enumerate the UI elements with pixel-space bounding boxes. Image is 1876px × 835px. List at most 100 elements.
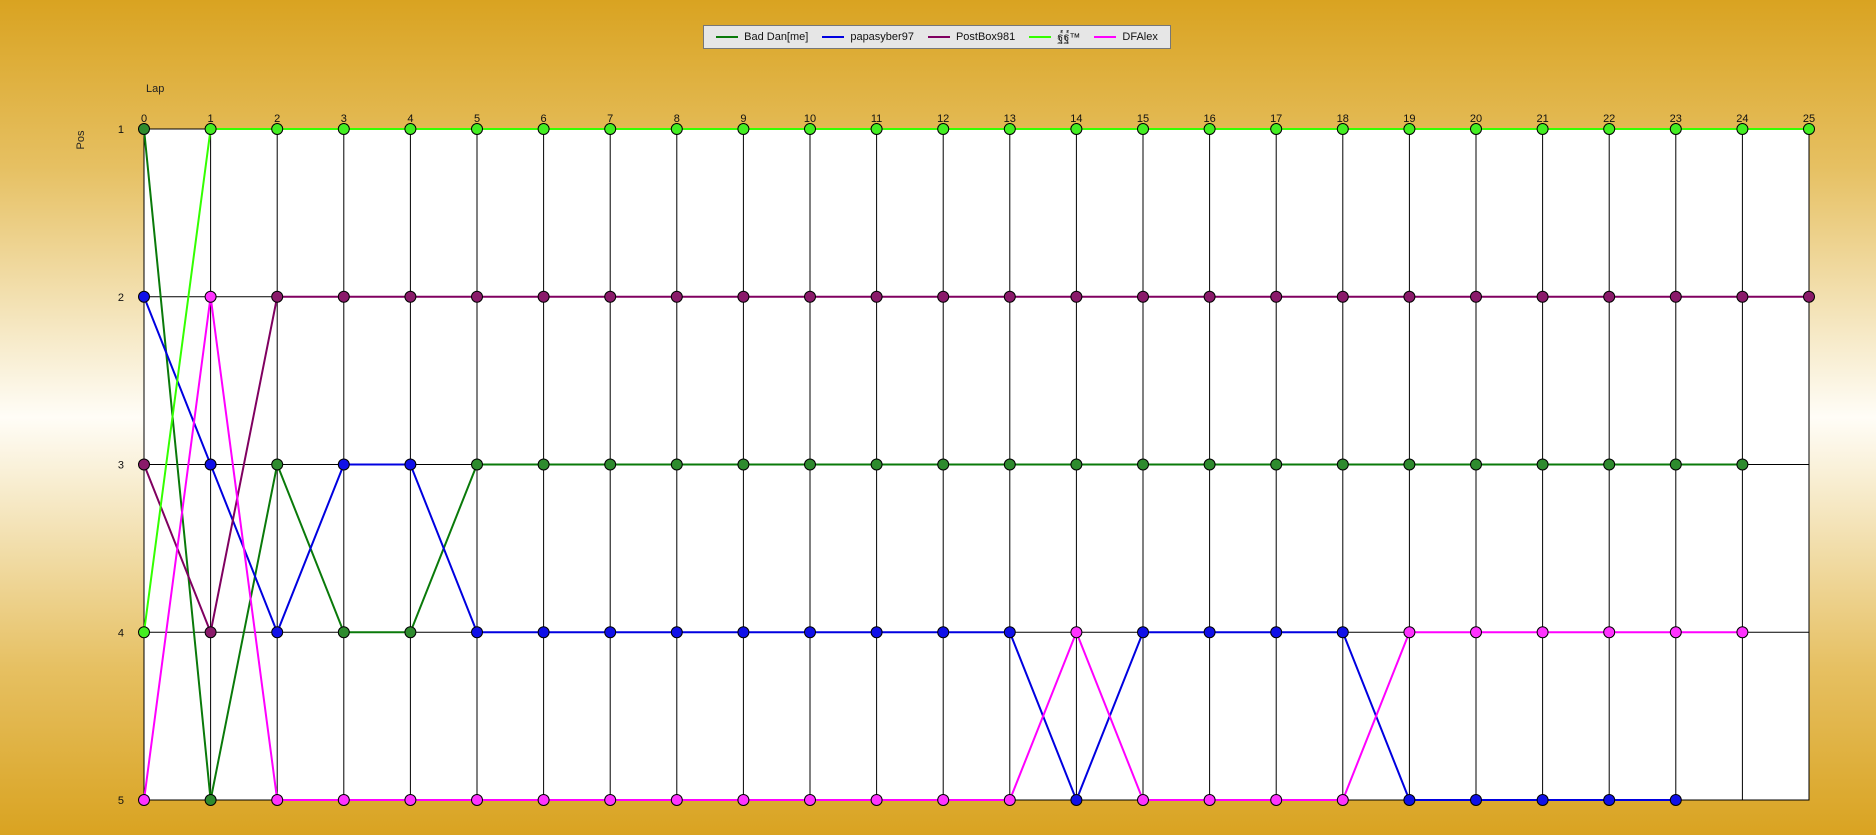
data-point: [537, 290, 550, 303]
data-point: [1403, 626, 1416, 639]
data-point: [271, 123, 284, 135]
data-point: [471, 123, 483, 135]
x-tick-label: 9: [740, 113, 746, 125]
data-point: [804, 458, 816, 471]
data-point: [1336, 290, 1349, 303]
x-tick-label: 24: [1736, 113, 1748, 125]
x-tick-label: 14: [1070, 113, 1082, 125]
data-point: [670, 290, 683, 303]
data-point: [1403, 123, 1416, 135]
data-point: [1736, 123, 1749, 135]
x-tick-label: 22: [1603, 113, 1615, 125]
data-point: [537, 626, 550, 639]
data-point: [1603, 794, 1616, 806]
data-point: [1270, 123, 1283, 135]
data-point: [670, 626, 683, 639]
y-tick-label: 3: [118, 460, 124, 472]
x-tick-label: 15: [1137, 113, 1149, 125]
data-point: [1203, 458, 1216, 471]
data-point: [204, 794, 217, 806]
data-point: [870, 794, 883, 806]
data-point: [1603, 290, 1616, 303]
data-point: [1803, 290, 1815, 303]
x-tick-label: 19: [1403, 113, 1415, 125]
data-point: [604, 794, 617, 806]
data-point: [138, 290, 150, 303]
data-point: [1669, 626, 1682, 639]
data-point: [1203, 290, 1216, 303]
data-point: [1137, 458, 1149, 471]
data-point: [1137, 290, 1149, 303]
data-point: [337, 290, 350, 303]
data-point: [737, 123, 750, 135]
data-point: [471, 458, 483, 471]
data-point: [1536, 123, 1549, 135]
x-tick-label: 17: [1270, 113, 1282, 125]
data-point: [1137, 626, 1149, 639]
data-point: [404, 794, 417, 806]
data-point: [1003, 794, 1016, 806]
data-point: [937, 123, 950, 135]
data-point: [937, 458, 950, 471]
x-tick-label: 11: [871, 113, 882, 125]
data-point: [271, 290, 284, 303]
x-tick-label: 18: [1337, 113, 1349, 125]
data-point: [1470, 626, 1482, 639]
data-point: [337, 626, 350, 639]
data-point: [1536, 626, 1549, 639]
data-point: [1070, 290, 1083, 303]
data-point: [271, 458, 284, 471]
y-tick-label: 2: [118, 292, 124, 304]
data-point: [1470, 458, 1482, 471]
data-point: [804, 794, 816, 806]
data-point: [870, 626, 883, 639]
x-tick-label: 0: [141, 113, 147, 125]
data-point: [1403, 290, 1416, 303]
data-point: [870, 458, 883, 471]
data-point: [204, 290, 217, 303]
y-tick-label: 4: [118, 627, 124, 639]
data-point: [670, 458, 683, 471]
data-point: [937, 290, 950, 303]
data-point: [604, 458, 617, 471]
x-tick-label: 3: [341, 113, 347, 125]
data-point: [537, 794, 550, 806]
data-point: [870, 123, 883, 135]
data-point: [1669, 794, 1682, 806]
data-point: [1603, 123, 1616, 135]
data-point: [804, 290, 816, 303]
data-point: [404, 290, 417, 303]
data-point: [1336, 458, 1349, 471]
data-point: [1003, 458, 1016, 471]
data-point: [737, 290, 750, 303]
data-point: [1203, 123, 1216, 135]
data-point: [1669, 123, 1682, 135]
data-point: [1736, 290, 1749, 303]
y-tick-label: 1: [118, 124, 124, 136]
data-point: [1270, 290, 1283, 303]
data-point: [138, 123, 150, 135]
x-tick-label: 5: [474, 113, 480, 125]
data-point: [537, 123, 550, 135]
data-point: [138, 794, 150, 806]
data-point: [337, 794, 350, 806]
data-point: [1536, 290, 1549, 303]
x-tick-label: 16: [1203, 113, 1215, 125]
data-point: [471, 626, 483, 639]
x-tick-label: 12: [937, 113, 949, 125]
data-point: [1470, 290, 1482, 303]
data-point: [1070, 794, 1083, 806]
x-tick-label: 1: [208, 113, 214, 125]
data-point: [670, 123, 683, 135]
data-point: [471, 794, 483, 806]
data-point: [1203, 794, 1216, 806]
data-point: [1270, 626, 1283, 639]
data-point: [804, 626, 816, 639]
data-point: [737, 794, 750, 806]
y-tick-label: 5: [118, 795, 124, 807]
data-point: [337, 123, 350, 135]
data-point: [1336, 626, 1349, 639]
x-tick-label: 7: [607, 113, 613, 125]
x-tick-label: 21: [1536, 113, 1548, 125]
data-point: [1736, 458, 1749, 471]
